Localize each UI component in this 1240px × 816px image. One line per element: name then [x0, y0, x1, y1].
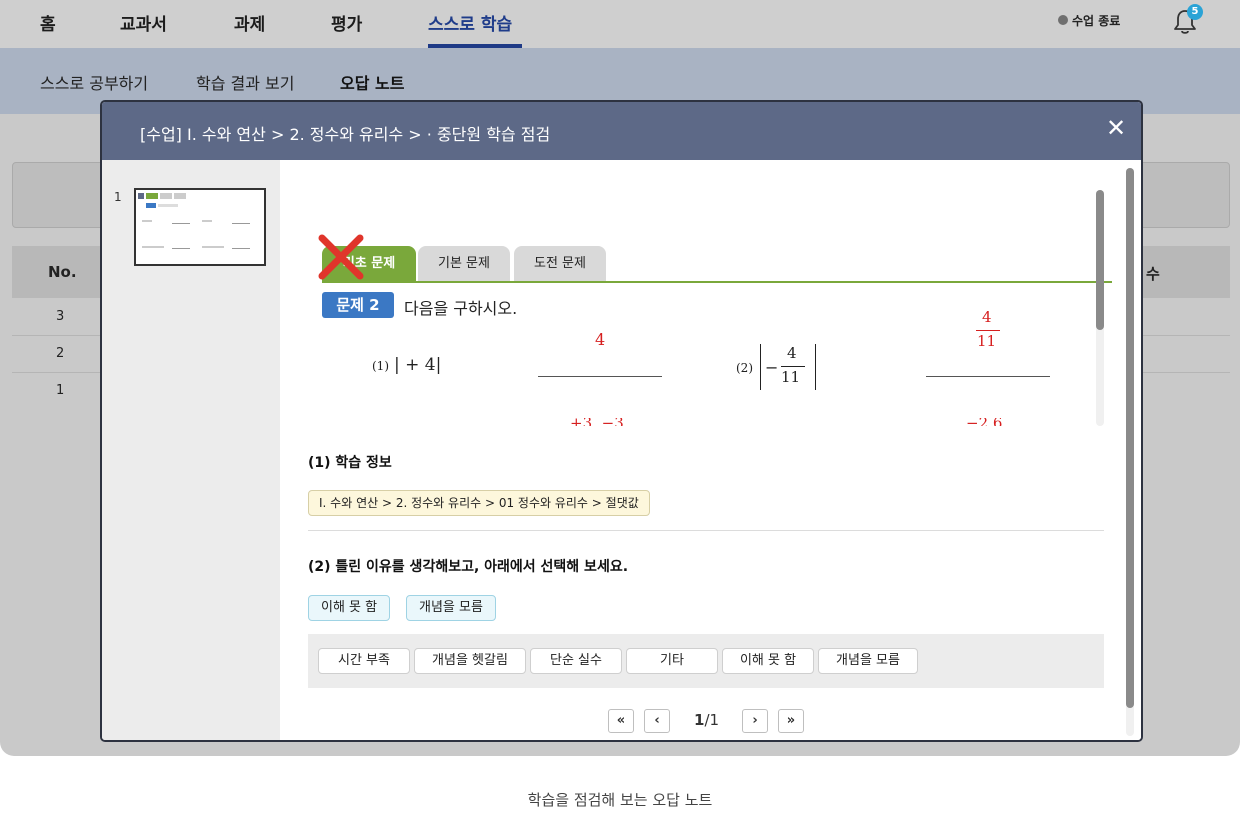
status-dot-icon	[1058, 15, 1068, 25]
row-number: 1	[56, 383, 65, 398]
subnav-wrong-answer-note[interactable]: 오답 노트	[340, 70, 404, 94]
wrong-mark-icon	[318, 234, 364, 280]
column-no: No.	[48, 263, 77, 281]
reason-option-not-understood[interactable]: 이해 못 함	[722, 648, 814, 674]
tab-challenge[interactable]: 도전 문제	[514, 246, 606, 282]
part1-answer: 4	[595, 330, 606, 349]
section-divider	[308, 530, 1104, 531]
thumbnail-pane: 1	[102, 160, 280, 740]
part2-answer: 4 11	[976, 308, 1000, 354]
column-count: 수	[1146, 265, 1160, 283]
problem-scrollbar[interactable]	[1096, 190, 1104, 426]
app-frame: 홈 교과서 과제 평가 스스로 학습 수업 종료 5 스스로 공부하기 학습 결…	[0, 0, 1240, 756]
part1-label: (1)	[372, 359, 389, 373]
question-number-badge: 문제 2	[322, 292, 394, 318]
top-nav: 홈 교과서 과제 평가 스스로 학습 수업 종료 5	[0, 0, 1240, 48]
reason-title: (2) 틀린 이유를 생각해보고, 아래에서 선택해 보세요.	[308, 559, 629, 575]
last-page-button[interactable]: »	[778, 709, 804, 733]
close-button[interactable]: ✕	[1102, 114, 1130, 142]
part1-answer-line	[538, 376, 662, 377]
cut-answer-right-text: −2.6	[966, 418, 1002, 426]
problem-scrollbar-thumb[interactable]	[1096, 190, 1104, 330]
cut-answer-left-text: +3, −3	[570, 418, 624, 426]
reason-option-unknown-concept[interactable]: 개념을 모름	[818, 648, 918, 674]
part2-label: (2)	[736, 361, 753, 375]
nav-assignment[interactable]: 과제	[234, 10, 265, 35]
row-number: 3	[56, 309, 65, 324]
wrong-answer-modal: [수업] I. 수와 연산 > 2. 정수와 유리수 > · 중단원 학습 점검…	[100, 100, 1143, 742]
cut-answer-right: −2.6	[964, 418, 1044, 426]
nav-home[interactable]: 홈	[40, 10, 56, 35]
selected-reason-chip[interactable]: 이해 못 함	[308, 595, 391, 621]
total-pages: /1	[704, 711, 720, 729]
current-page: 1	[694, 711, 705, 729]
figure-caption: 학습을 점검해 보는 오답 노트	[527, 791, 713, 809]
subnav-self-study[interactable]: 스스로 공부하기	[40, 70, 148, 94]
part1-expression: | + 4|	[394, 355, 442, 375]
content-scrollbar[interactable]	[1126, 168, 1134, 736]
notification-badge: 5	[1187, 4, 1203, 20]
content-pane: 기초 문제 기본 문제 도전 문제 문제 2 다음을 구하시오. (1) | +…	[280, 160, 1141, 740]
part2-expression: − 4 11	[760, 344, 816, 390]
next-page-button[interactable]: ›	[742, 709, 768, 733]
page-indicator: 1/1	[694, 711, 719, 729]
nav-self-study[interactable]: 스스로 학습	[428, 10, 512, 35]
reason-options: 시간 부족 개념을 헷갈림 단순 실수 기타 이해 못 함 개념을 모름	[308, 634, 1104, 688]
question-instruction: 다음을 구하시오.	[404, 299, 518, 318]
page-thumbnail[interactable]	[134, 188, 266, 266]
tab-underline	[322, 281, 1112, 283]
tab-standard[interactable]: 기본 문제	[418, 246, 510, 282]
modal-title: [수업] I. 수와 연산 > 2. 정수와 유리수 > · 중단원 학습 점검	[140, 125, 551, 144]
content-scrollbar-thumb[interactable]	[1126, 168, 1134, 708]
subnav-results[interactable]: 학습 결과 보기	[196, 70, 295, 94]
thumbnail-preview-icon	[138, 193, 250, 249]
learning-info-title: (1) 학습 정보	[308, 455, 392, 471]
learning-path-chip: I. 수와 연산 > 2. 정수와 유리수 > 01 정수와 유리수 > 절댓값	[308, 490, 650, 516]
modal-header: [수업] I. 수와 연산 > 2. 정수와 유리수 > · 중단원 학습 점검…	[102, 102, 1141, 160]
part2-numerator: 4	[787, 344, 797, 362]
reason-option-mistake[interactable]: 단순 실수	[530, 648, 622, 674]
prev-page-button[interactable]: ‹	[644, 709, 670, 733]
part2-answer-numerator: 4	[982, 308, 992, 326]
reason-option-other[interactable]: 기타	[626, 648, 718, 674]
reason-option-confused[interactable]: 개념을 헷갈림	[414, 648, 526, 674]
part2-denominator: 11	[781, 368, 801, 386]
class-status[interactable]: 수업 종료	[1072, 12, 1120, 29]
cut-answer-left: +3, −3	[560, 418, 680, 426]
nav-textbook[interactable]: 교과서	[120, 10, 167, 35]
selected-reason-chip[interactable]: 개념을 모름	[406, 595, 496, 621]
reason-option-time[interactable]: 시간 부족	[318, 648, 410, 674]
part2-answer-denominator: 11	[977, 332, 997, 350]
first-page-button[interactable]: «	[608, 709, 634, 733]
nav-evaluation[interactable]: 평가	[331, 10, 362, 35]
part2-answer-line	[926, 376, 1050, 377]
close-icon: ✕	[1105, 114, 1127, 142]
row-number: 2	[56, 346, 65, 361]
thumbnail-number: 1	[114, 190, 122, 204]
